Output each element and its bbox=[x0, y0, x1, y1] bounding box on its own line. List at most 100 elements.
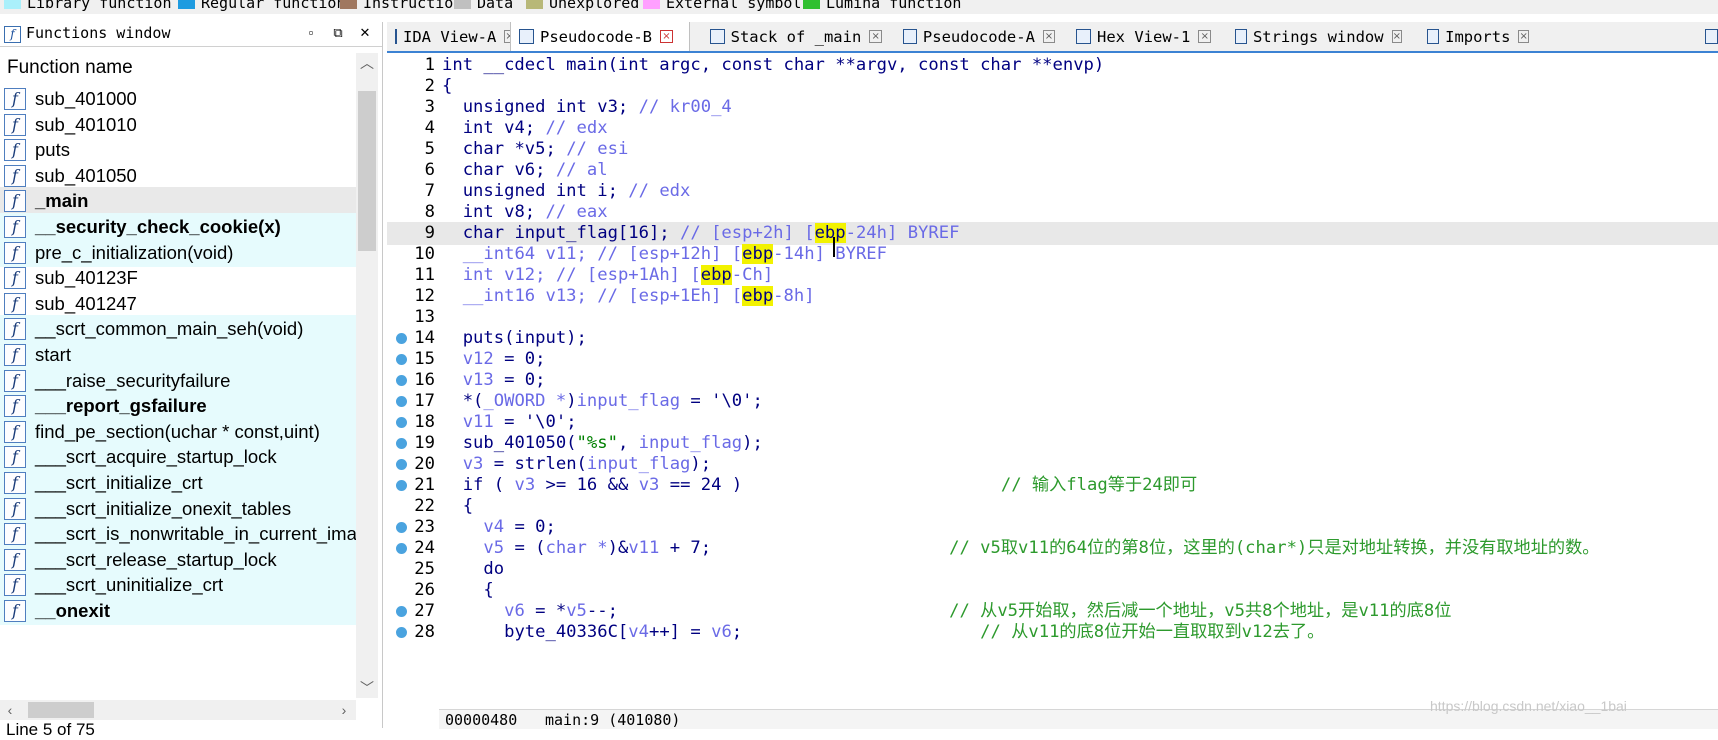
horizontal-scroll-thumb[interactable] bbox=[28, 702, 94, 718]
breakpoint-marker-icon[interactable] bbox=[396, 354, 407, 365]
function-row[interactable]: f sub_401050 bbox=[0, 162, 356, 190]
code-line[interactable]: 27 v6 = *v5--; // 从v5开始取，然后减一个地址，v5共8个地址… bbox=[387, 600, 1718, 623]
code-text: __int16 v13; // [esp+1Eh] [ebp-8h] bbox=[462, 286, 815, 306]
code-line[interactable]: 16 v13 = 0; bbox=[387, 369, 1718, 392]
vertical-scroll-thumb[interactable] bbox=[358, 91, 376, 251]
function-row[interactable]: f sub_401010 bbox=[0, 111, 356, 139]
breakpoint-marker-icon[interactable] bbox=[396, 522, 407, 533]
legend-swatch bbox=[454, 0, 471, 9]
code-line[interactable]: 11 int v12; // [esp+1Ah] [ebp-Ch] bbox=[387, 264, 1718, 287]
function-row[interactable]: f sub_401247 bbox=[0, 290, 356, 318]
function-icon: f bbox=[4, 318, 26, 341]
close-tab-icon[interactable]: × bbox=[1042, 30, 1055, 43]
function-row[interactable]: f ___scrt_release_startup_lock bbox=[0, 545, 356, 574]
code-line[interactable]: 26 { bbox=[387, 579, 1718, 602]
code-line[interactable]: 8 int v8; // eax bbox=[387, 201, 1718, 224]
horizontal-scrollbar[interactable]: ‹ › bbox=[0, 700, 356, 720]
close-tab-icon[interactable]: × bbox=[869, 30, 882, 43]
code-line[interactable]: 2{ bbox=[387, 75, 1718, 98]
function-icon: f bbox=[4, 395, 26, 418]
function-row[interactable]: f sub_40123F bbox=[0, 264, 356, 292]
scroll-up-arrow-icon[interactable]: ︿ bbox=[356, 53, 378, 73]
function-row[interactable]: f puts bbox=[0, 136, 356, 164]
code-line[interactable]: 22 { bbox=[387, 495, 1718, 518]
function-row[interactable]: f __onexit bbox=[0, 597, 356, 625]
function-row[interactable]: f _main bbox=[0, 187, 356, 216]
breakpoint-marker-icon[interactable] bbox=[396, 543, 407, 554]
function-row[interactable]: f start bbox=[0, 341, 356, 369]
function-row[interactable]: f __scrt_common_main_seh(void) bbox=[0, 315, 356, 344]
code-line[interactable]: 15 v12 = 0; bbox=[387, 348, 1718, 371]
code-text: unsigned int v3; // kr00_4 bbox=[462, 97, 732, 117]
breakpoint-marker-icon[interactable] bbox=[396, 396, 407, 407]
legend-swatch bbox=[803, 0, 820, 9]
function-icon: f bbox=[4, 600, 26, 622]
code-text: { bbox=[483, 580, 494, 600]
code-line[interactable]: 7 unsigned int i; // edx bbox=[387, 180, 1718, 203]
breakpoint-marker-icon[interactable] bbox=[396, 480, 407, 491]
code-line[interactable]: 13 bbox=[387, 306, 1718, 329]
code-line[interactable]: 25 do bbox=[387, 558, 1718, 581]
pseudocode-view[interactable]: 1 int __cdecl main(int argc, const char *… bbox=[387, 53, 1718, 710]
function-row[interactable]: f ___scrt_acquire_startup_lock bbox=[0, 443, 356, 472]
code-line[interactable]: 14 puts(input); bbox=[387, 327, 1718, 350]
breakpoint-marker-icon[interactable] bbox=[396, 417, 407, 428]
breakpoint-marker-icon[interactable] bbox=[396, 438, 407, 449]
breakpoint-marker-icon[interactable] bbox=[396, 375, 407, 386]
code-line[interactable]: 21 if ( v3 >= 16 && v3 == 24 ) // 输入flag… bbox=[387, 474, 1718, 497]
close-tab-icon[interactable]: × bbox=[659, 30, 673, 43]
function-row[interactable]: f ___scrt_initialize_onexit_tables bbox=[0, 494, 356, 523]
function-row[interactable]: f __security_check_cookie(x) bbox=[0, 213, 356, 241]
legend-label: Unexplored bbox=[549, 0, 640, 12]
code-line[interactable]: 20 v3 = strlen(input_flag); bbox=[387, 453, 1718, 476]
tab[interactable]: Pseudocode-B × bbox=[510, 22, 690, 51]
tab[interactable]: Imports × bbox=[1419, 24, 1529, 49]
close-icon[interactable]: ✕ bbox=[357, 25, 373, 41]
function-row[interactable]: f find_pe_section(uchar * const,uint) bbox=[0, 417, 356, 446]
scroll-right-arrow-icon[interactable]: › bbox=[334, 700, 354, 720]
function-row[interactable]: f pre_c_initialization(void) bbox=[0, 238, 356, 267]
code-line[interactable]: 6 char v6; // al bbox=[387, 159, 1718, 182]
function-name-column-header[interactable]: Function name bbox=[0, 53, 359, 83]
tab[interactable]: Pseudocode-A × bbox=[895, 24, 1055, 49]
function-row[interactable]: f ___scrt_uninitialize_crt bbox=[0, 571, 356, 600]
tab[interactable]: Strings window × bbox=[1227, 24, 1402, 49]
vertical-scrollbar[interactable]: ︿ ﹀ bbox=[356, 53, 378, 698]
tab[interactable]: Stack of _main × bbox=[702, 24, 882, 49]
tab[interactable]: IDA View-A× bbox=[387, 24, 515, 49]
function-row[interactable]: f ___raise_securityfailure bbox=[0, 366, 356, 395]
code-line[interactable]: 18 v11 = '\0'; bbox=[387, 411, 1718, 434]
code-line[interactable]: 1 int __cdecl main(int argc, const char *… bbox=[387, 54, 1718, 77]
breakpoint-marker-icon[interactable] bbox=[396, 606, 407, 617]
code-line[interactable]: 19 sub_401050("%s", input_flag); bbox=[387, 432, 1718, 455]
code-line[interactable]: 9 char input_flag[16]; // [esp+2h] [ebp-… bbox=[387, 222, 1718, 245]
line-number: 11 bbox=[414, 265, 435, 285]
code-line[interactable]: 5 char *v5; // esi bbox=[387, 138, 1718, 161]
code-line[interactable]: 12 __int16 v13; // [esp+1Eh] [ebp-8h] bbox=[387, 285, 1718, 308]
code-line[interactable]: 23 v4 = 0; bbox=[387, 516, 1718, 539]
code-line[interactable]: 17 *(_OWORD *)input_flag = '\0'; bbox=[387, 390, 1718, 413]
tab-overflow[interactable] bbox=[1703, 24, 1718, 49]
code-text: sub_401050("%s", input_flag); bbox=[462, 433, 763, 453]
breakpoint-marker-icon[interactable] bbox=[396, 459, 407, 470]
function-row[interactable]: f ___scrt_initialize_crt bbox=[0, 469, 356, 497]
function-row[interactable]: f ___scrt_is_nonwritable_in_current_ima bbox=[0, 520, 356, 549]
code-line[interactable]: 24 v5 = (char *)&v11 + 7; // v5取v11的64位的… bbox=[387, 537, 1718, 560]
breakpoint-marker-icon[interactable] bbox=[396, 627, 407, 638]
close-tab-icon[interactable]: × bbox=[1391, 30, 1402, 43]
function-row[interactable]: f ___report_gsfailure bbox=[0, 392, 356, 421]
code-line[interactable]: 28 byte_40336C[v4++] = v6; // 从v11的底8位开始… bbox=[387, 621, 1718, 644]
tab[interactable]: Hex View-1 × bbox=[1068, 24, 1218, 49]
code-line[interactable]: 10 __int64 v11; // [esp+12h] [ebp-14h] B… bbox=[387, 243, 1718, 266]
legend-label: External symbol bbox=[666, 0, 802, 12]
function-row[interactable]: f sub_401000 bbox=[0, 85, 356, 113]
close-tab-icon[interactable]: × bbox=[1198, 30, 1212, 43]
scroll-down-arrow-icon[interactable]: ﹀ bbox=[356, 678, 378, 698]
float-window-icon[interactable]: ⧉ bbox=[330, 25, 346, 41]
scroll-left-arrow-icon[interactable]: ‹ bbox=[0, 700, 20, 720]
breakpoint-marker-icon[interactable] bbox=[396, 333, 407, 344]
code-line[interactable]: 3 unsigned int v3; // kr00_4 bbox=[387, 96, 1718, 119]
minimize-icon[interactable]: ▫ bbox=[303, 25, 319, 41]
code-line[interactable]: 4 int v4; // edx bbox=[387, 117, 1718, 140]
close-tab-icon[interactable]: × bbox=[1518, 30, 1529, 43]
